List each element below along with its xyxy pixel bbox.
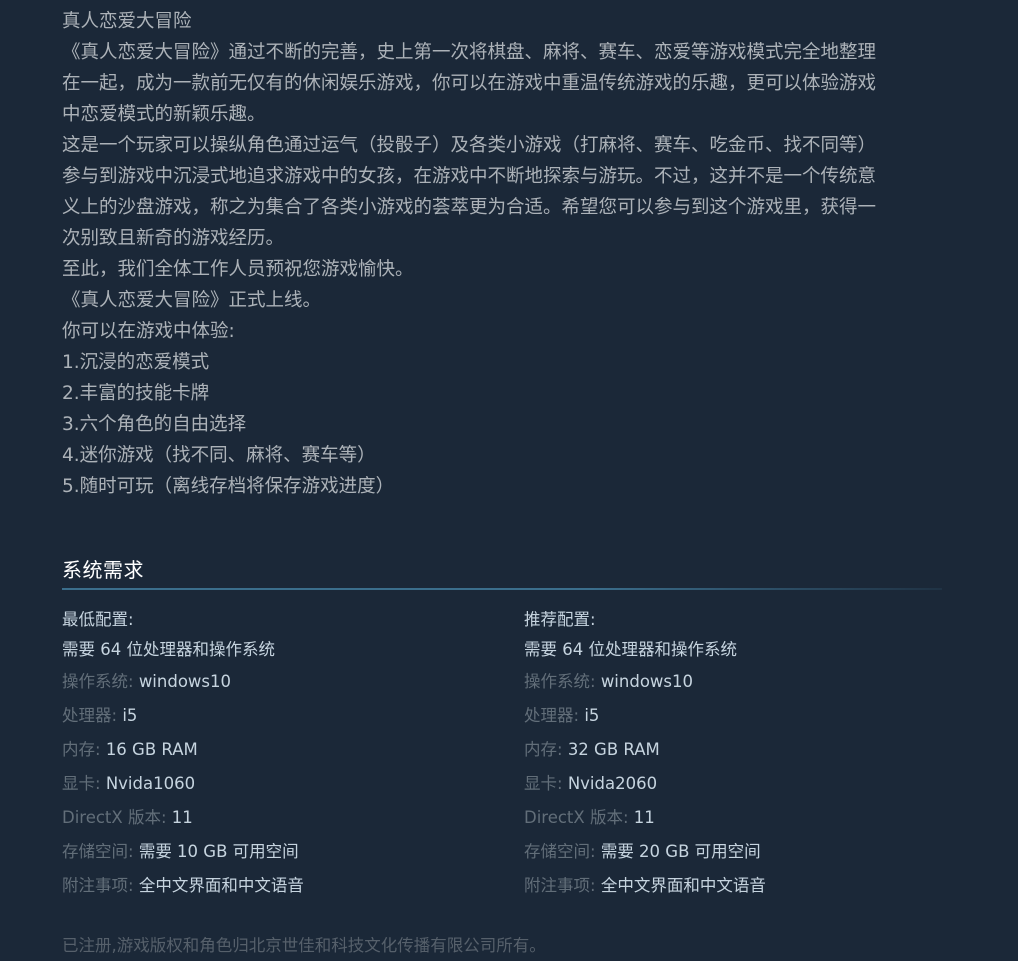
- sysreq-value: 32 GB RAM: [567, 740, 660, 759]
- sysreq-value: 16 GB RAM: [105, 740, 198, 759]
- sysreq-value: 需要 10 GB 可用空间: [138, 842, 299, 861]
- description-line: 《真人恋爱大冒险》正式上线。: [62, 290, 322, 311]
- sysreq-recommended-heading: 推荐配置:: [524, 610, 596, 629]
- feature-list-item: 5.随时可玩（离线存档将保存游戏进度）: [62, 476, 395, 497]
- sysreq-label: 存储空间:: [62, 842, 134, 861]
- sysreq-row-storage: 存储空间: 需要 10 GB 可用空间: [62, 835, 502, 869]
- sysreq-divider: [62, 588, 942, 590]
- sysreq-value: 11: [633, 808, 655, 827]
- sysreq-label: 显卡:: [524, 774, 563, 793]
- sysreq-minimum: 最低配置: 需要 64 位处理器和操作系统 操作系统: windows10 处理…: [62, 605, 502, 903]
- sysreq-label: 附注事项:: [524, 876, 596, 895]
- sysreq-value: i5: [584, 706, 600, 725]
- sysreq-label: 附注事项:: [62, 876, 134, 895]
- sysreq-value: 全中文界面和中文语音: [138, 876, 304, 895]
- sysreq-row-graphics: 显卡: Nvida1060: [62, 767, 502, 801]
- sysreq-label: 存储空间:: [524, 842, 596, 861]
- sysreq-label: 显卡:: [62, 774, 101, 793]
- sysreq-row-graphics: 显卡: Nvida2060: [524, 767, 964, 801]
- sysreq-row-notes: 附注事项: 全中文界面和中文语音: [62, 869, 502, 903]
- description-title: 真人恋爱大冒险: [62, 11, 192, 32]
- description-line: 在一起，成为一款前无仅有的休闲娱乐游戏，你可以在游戏中重温传统游戏的乐趣，更可以…: [62, 73, 877, 94]
- sysreq-value: Nvida1060: [105, 774, 196, 793]
- feature-list-item: 2.丰富的技能卡牌: [62, 383, 210, 404]
- description-line: 你可以在游戏中体验:: [62, 321, 235, 342]
- sysreq-value: windows10: [600, 672, 694, 691]
- sysreq-row-cpu: 处理器: i5: [524, 699, 964, 733]
- sysreq-label: 操作系统:: [62, 672, 134, 691]
- sysreq-value: Nvida2060: [567, 774, 658, 793]
- sysreq-row-os: 操作系统: windows10: [62, 665, 502, 699]
- sysreq-label: 处理器:: [524, 706, 580, 725]
- description-line: 中恋爱模式的新颖乐趣。: [62, 104, 266, 125]
- sysreq-row-memory: 内存: 32 GB RAM: [524, 733, 964, 767]
- sysreq-recommended: 推荐配置: 需要 64 位处理器和操作系统 操作系统: windows10 处理…: [524, 605, 964, 903]
- sysreq-row-directx: DirectX 版本: 11: [62, 801, 502, 835]
- sysreq-note: 需要 64 位处理器和操作系统: [62, 640, 275, 659]
- sysreq-value: 11: [171, 808, 193, 827]
- sysreq-label: 内存:: [62, 740, 101, 759]
- description-line: 次别致且新奇的游戏经历。: [62, 228, 285, 249]
- sysreq-row-storage: 存储空间: 需要 20 GB 可用空间: [524, 835, 964, 869]
- sysreq-value: 需要 20 GB 可用空间: [600, 842, 761, 861]
- sysreq-row-cpu: 处理器: i5: [62, 699, 502, 733]
- description-line: 义上的沙盘游戏，称之为集合了各类小游戏的荟萃更为合适。希望您可以参与到这个游戏里…: [62, 197, 877, 218]
- sysreq-minimum-heading: 最低配置:: [62, 610, 134, 629]
- description-line: 至此，我们全体工作人员预祝您游戏愉快。: [62, 259, 414, 280]
- sysreq-value: i5: [122, 706, 138, 725]
- feature-list-item: 4.迷你游戏（找不同、麻将、赛车等）: [62, 445, 376, 466]
- sysreq-label: 操作系统:: [524, 672, 596, 691]
- sysreq-label: 内存:: [524, 740, 563, 759]
- sysreq-row-os: 操作系统: windows10: [524, 665, 964, 699]
- sysreq-row-notes: 附注事项: 全中文界面和中文语音: [524, 869, 964, 903]
- copyright-notice: 已注册,游戏版权和角色归北京世佳和科技文化传播有限公司所有。: [62, 936, 546, 955]
- feature-list-item: 1.沉浸的恋爱模式: [62, 352, 210, 373]
- sysreq-label: 处理器:: [62, 706, 118, 725]
- feature-list-item: 3.六个角色的自由选择: [62, 414, 247, 435]
- sysreq-row-memory: 内存: 16 GB RAM: [62, 733, 502, 767]
- sysreq-value: windows10: [138, 672, 232, 691]
- sysreq-row-directx: DirectX 版本: 11: [524, 801, 964, 835]
- sysreq-label: DirectX 版本:: [524, 808, 629, 827]
- description-line: 《真人恋爱大冒险》通过不断的完善，史上第一次将棋盘、麻将、赛车、恋爱等游戏模式完…: [62, 42, 877, 63]
- sysreq-note: 需要 64 位处理器和操作系统: [524, 640, 737, 659]
- game-description: 真人恋爱大冒险 《真人恋爱大冒险》通过不断的完善，史上第一次将棋盘、麻将、赛车、…: [62, 6, 992, 502]
- description-line: 参与到游戏中沉浸式地追求游戏中的女孩，在游戏中不断地探索与游玩。不过，这并不是一…: [62, 166, 877, 187]
- sysreq-label: DirectX 版本:: [62, 808, 167, 827]
- sysreq-heading: 系统需求: [62, 558, 144, 582]
- description-line: 这是一个玩家可以操纵角色通过运气（投骰子）及各类小游戏（打麻将、赛车、吃金币、找…: [62, 135, 877, 156]
- sysreq-value: 全中文界面和中文语音: [600, 876, 766, 895]
